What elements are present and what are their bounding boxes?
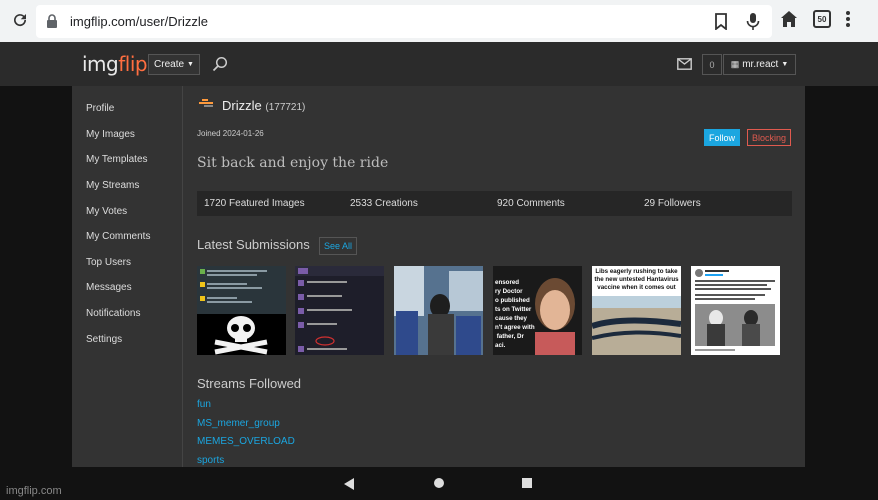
search-icon[interactable] (212, 56, 228, 77)
sidebar-item-profile[interactable]: Profile (86, 103, 114, 114)
sidebar-item-messages[interactable]: Messages (86, 282, 132, 293)
stat-followers[interactable]: 29 Followers (644, 198, 701, 209)
sidebar-item-my-votes[interactable]: My Votes (86, 206, 127, 217)
home-circle-icon[interactable] (434, 478, 444, 488)
browser-toolbar: imgflip.com/user/Drizzle 50 (0, 0, 878, 42)
follow-button[interactable]: Follow (704, 129, 740, 146)
latest-submissions-heading: Latest Submissions (197, 237, 310, 252)
stream-link-fun[interactable]: fun (197, 399, 211, 410)
bookmark-icon[interactable] (714, 13, 728, 35)
home-icon[interactable] (780, 10, 798, 33)
sidebar-item-my-streams[interactable]: My Streams (86, 180, 139, 191)
more-options-icon[interactable] (845, 10, 851, 33)
recent-apps-icon[interactable] (522, 478, 532, 488)
submission-thumbnail-5[interactable]: Libs eagerly rushing to take the new unt… (592, 266, 681, 355)
create-menu-button[interactable]: Create ▼ (148, 54, 200, 75)
sidebar-item-notifications[interactable]: Notifications (86, 308, 140, 319)
sidebar-item-my-templates[interactable]: My Templates (86, 154, 148, 165)
tab-count: 50 (817, 14, 827, 24)
submission-thumbnail-2[interactable] (295, 266, 384, 355)
reload-icon[interactable] (10, 10, 30, 30)
sidebar-item-top-users[interactable]: Top Users (86, 257, 131, 268)
imgflip-logo[interactable]: imgflip (82, 52, 148, 76)
submission-thumbnail-3[interactable] (394, 266, 483, 355)
back-icon[interactable] (343, 477, 355, 496)
microphone-icon[interactable] (746, 13, 760, 35)
sidebar-item-my-comments[interactable]: My Comments (86, 231, 150, 242)
notification-count[interactable]: 0 (702, 54, 722, 75)
joined-date: Joined 2024-01-26 (197, 129, 264, 138)
profile-stats-bar: 1720 Featured Images 2533 Creations 920 … (197, 191, 792, 216)
stat-featured-images[interactable]: 1720 Featured Images (204, 198, 305, 209)
profile-name: Drizzle (177721) (222, 98, 305, 113)
sidebar: Profile My Images My Templates My Stream… (72, 86, 182, 467)
mail-icon[interactable] (677, 57, 692, 75)
stat-creations[interactable]: 2533 Creations (350, 198, 418, 209)
imgflip-watermark: imgflip.com (6, 485, 62, 497)
stream-link-ms-memer-group[interactable]: MS_memer_group (197, 418, 280, 429)
lock-icon (46, 14, 58, 33)
stream-link-memes-overload[interactable]: MEMES_OVERLOAD (197, 436, 295, 447)
user-menu-button[interactable]: ▦ mr.react ▼ (723, 54, 796, 75)
create-label: Create (154, 59, 185, 70)
profile-username: Drizzle (222, 98, 262, 113)
thumbnail-4-caption: ensored ry Doctor o published ts on Twit… (495, 279, 535, 349)
tab-switcher-button[interactable]: 50 (813, 10, 831, 28)
see-all-button[interactable]: See All (319, 237, 357, 255)
username-label: mr.react (742, 59, 779, 70)
stat-comments[interactable]: 920 Comments (497, 198, 565, 209)
profile-tagline: Sit back and enjoy the ride (197, 155, 389, 171)
submission-thumbnail-4[interactable]: ensored ry Doctor o published ts on Twit… (493, 266, 582, 355)
sidebar-item-my-images[interactable]: My Images (86, 129, 135, 140)
logo-flip-text: flip (118, 52, 148, 76)
submission-thumbnail-6[interactable] (691, 266, 780, 355)
caret-down-icon: ▼ (781, 61, 789, 68)
blocking-button[interactable]: Blocking (747, 129, 791, 146)
profile-points: (177721) (265, 102, 306, 113)
user-rank-icon (199, 99, 213, 107)
sidebar-divider (182, 86, 183, 467)
address-bar[interactable]: imgflip.com/user/Drizzle (36, 5, 772, 38)
stream-link-sports[interactable]: sports (197, 455, 224, 466)
url-text: imgflip.com/user/Drizzle (70, 14, 208, 29)
logo-img-text: img (82, 52, 119, 76)
caret-down-icon: ▼ (187, 61, 194, 68)
streams-followed-heading: Streams Followed (197, 376, 302, 391)
user-avatar-icon: ▦ (730, 59, 740, 69)
sidebar-item-settings[interactable]: Settings (86, 334, 122, 345)
submission-thumbnail-1[interactable] (197, 266, 286, 355)
